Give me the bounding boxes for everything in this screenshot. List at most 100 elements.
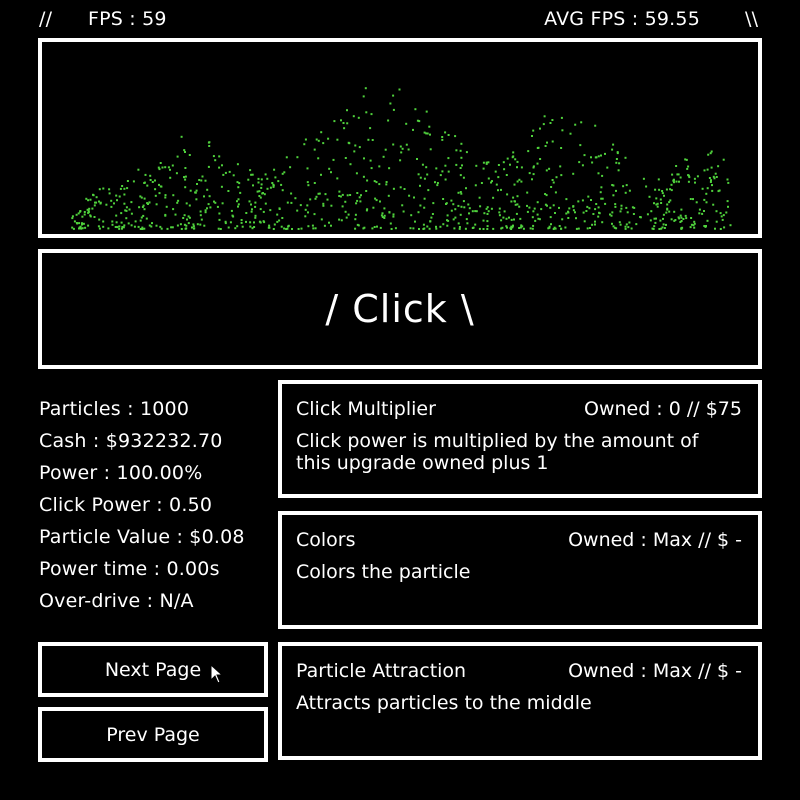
particle xyxy=(341,205,344,208)
upgrade-colors[interactable]: Colors Owned : Max // $ - Colors the par… xyxy=(278,511,762,629)
particle xyxy=(687,174,690,177)
particle xyxy=(680,220,683,222)
particle xyxy=(333,120,336,123)
particle xyxy=(183,214,186,217)
particle xyxy=(399,145,402,148)
particle xyxy=(599,191,602,194)
particle xyxy=(378,165,381,168)
particle xyxy=(254,205,257,208)
particle xyxy=(414,220,416,223)
particle xyxy=(196,223,199,226)
particle xyxy=(203,224,206,227)
particle xyxy=(198,179,201,181)
particle xyxy=(704,225,707,228)
particle xyxy=(409,227,412,230)
particle xyxy=(615,227,618,230)
particle xyxy=(532,210,535,213)
particle xyxy=(257,177,260,180)
particle xyxy=(289,166,292,169)
upgrade-click-multiplier[interactable]: Click Multiplier Owned : 0 // $75 Click … xyxy=(278,380,762,498)
particle xyxy=(262,210,265,213)
particle xyxy=(209,206,212,209)
particle xyxy=(506,157,509,160)
particle xyxy=(354,144,357,147)
particle xyxy=(363,157,365,160)
particle xyxy=(552,204,555,207)
particle xyxy=(598,212,601,215)
particle xyxy=(384,148,387,151)
particle xyxy=(457,191,460,194)
particle xyxy=(159,225,162,228)
particle xyxy=(574,123,577,126)
particle xyxy=(544,145,547,147)
particle xyxy=(503,210,506,213)
click-button[interactable]: / Click \ xyxy=(38,249,762,369)
particle xyxy=(447,134,450,136)
particle xyxy=(601,174,604,177)
particle xyxy=(658,228,661,230)
particle xyxy=(317,192,320,195)
particle xyxy=(307,184,310,187)
particle xyxy=(175,172,178,175)
particle xyxy=(159,162,162,164)
particle xyxy=(110,199,113,202)
fps-left-marker: // xyxy=(39,8,53,30)
particle xyxy=(675,165,678,167)
particle xyxy=(330,171,332,174)
upgrade-particle-attraction[interactable]: Particle Attraction Owned : Max // $ - A… xyxy=(278,642,762,760)
next-page-button[interactable]: Next Page xyxy=(38,642,268,697)
particle xyxy=(686,167,689,170)
particle xyxy=(454,135,457,138)
particle xyxy=(482,228,485,230)
particle xyxy=(174,213,177,216)
particle xyxy=(445,203,447,205)
particle xyxy=(520,166,523,169)
particle xyxy=(164,196,167,199)
particle xyxy=(668,201,671,204)
particle xyxy=(689,198,692,200)
particle xyxy=(665,223,667,226)
particle xyxy=(531,216,534,219)
particle xyxy=(673,181,675,184)
particle xyxy=(373,180,376,183)
next-page-label: Next Page xyxy=(104,658,202,681)
particle xyxy=(219,228,222,230)
particle xyxy=(419,204,422,207)
particle xyxy=(483,212,486,215)
particle xyxy=(241,225,244,228)
particle xyxy=(444,164,447,167)
particle xyxy=(592,213,595,215)
particle xyxy=(617,169,620,172)
particle xyxy=(383,207,386,210)
particle xyxy=(500,219,503,222)
particle xyxy=(232,174,235,177)
particle xyxy=(127,222,130,225)
particle xyxy=(137,168,140,171)
particle xyxy=(625,223,628,226)
particle xyxy=(590,199,592,201)
fps-counter: FPS : 59 xyxy=(88,8,167,30)
particle xyxy=(680,208,683,211)
particle xyxy=(474,210,477,213)
particle xyxy=(572,209,575,212)
particle xyxy=(158,192,161,195)
particle xyxy=(698,212,701,215)
particle xyxy=(597,172,600,175)
upgrade-owned: Owned : Max // $ - xyxy=(568,529,742,551)
particle xyxy=(722,214,725,217)
particle xyxy=(486,225,489,228)
particle xyxy=(87,209,90,212)
particle xyxy=(434,181,436,184)
particle xyxy=(462,176,465,179)
particle xyxy=(183,149,186,152)
particle xyxy=(245,212,248,214)
particle xyxy=(371,227,374,230)
particle xyxy=(627,226,630,229)
prev-page-button[interactable]: Prev Page xyxy=(38,707,268,762)
particle xyxy=(204,211,207,214)
particle xyxy=(184,167,187,169)
particle xyxy=(419,176,422,179)
particle xyxy=(709,181,712,183)
particle xyxy=(658,188,661,191)
particle xyxy=(224,220,227,223)
